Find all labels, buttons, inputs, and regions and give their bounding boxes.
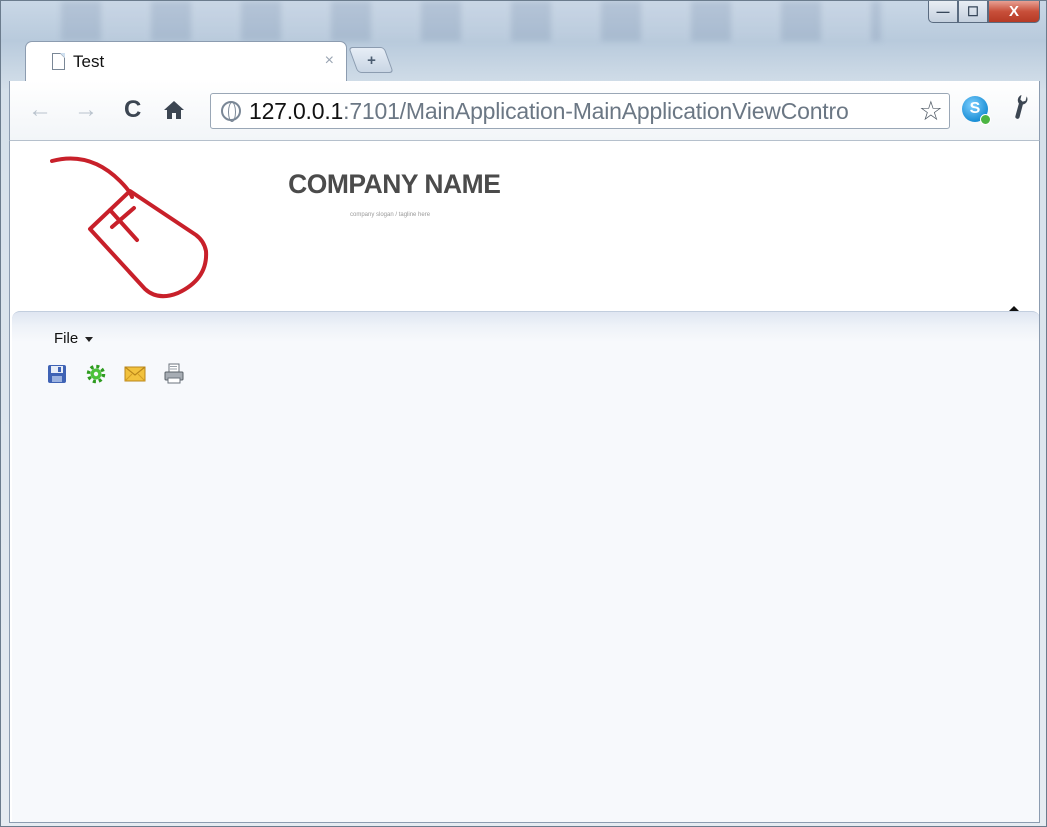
window-controls: — ☐ X xyxy=(928,1,1040,27)
new-tab-button[interactable]: + xyxy=(348,47,394,73)
tab-title: Test xyxy=(73,51,105,71)
browser-window: — ☐ X Test × + ← → C 127.0.0.1:7101/Main… xyxy=(0,0,1047,827)
company-slogan: company slogan / tagline here xyxy=(350,212,431,218)
minimize-button[interactable]: — xyxy=(928,1,958,23)
back-arrow-icon[interactable]: ← xyxy=(28,98,52,122)
plus-icon: + xyxy=(366,51,376,69)
file-menu[interactable]: File xyxy=(54,330,94,347)
application-panel: File xyxy=(12,311,1039,822)
home-icon[interactable] xyxy=(162,98,186,127)
company-name: COMPANY NAME xyxy=(288,169,501,199)
bookmark-star-icon[interactable]: ☆ xyxy=(914,96,943,127)
caret-down-icon xyxy=(85,337,94,342)
email-icon[interactable] xyxy=(124,363,146,385)
document-icon xyxy=(52,53,65,70)
skype-extension-icon[interactable]: S xyxy=(962,96,991,125)
address-bar[interactable]: 127.0.0.1:7101/MainApplication-MainAppli… xyxy=(210,93,950,129)
toolbar-icons xyxy=(46,363,185,385)
tab-close-button[interactable]: × xyxy=(325,52,334,70)
forward-arrow-icon[interactable]: → xyxy=(74,98,98,122)
print-icon[interactable] xyxy=(163,363,185,385)
reload-icon[interactable]: C xyxy=(124,98,141,122)
globe-icon xyxy=(221,101,241,122)
browser-tab[interactable]: Test × xyxy=(25,41,347,81)
close-window-button[interactable]: X xyxy=(988,1,1040,23)
save-icon[interactable] xyxy=(46,363,68,385)
mouse-logo-icon xyxy=(50,156,209,299)
wrench-menu-icon[interactable] xyxy=(1003,89,1042,131)
settings-icon[interactable] xyxy=(85,363,107,385)
file-menu-label: File xyxy=(54,330,79,347)
maximize-button[interactable]: ☐ xyxy=(958,1,988,23)
url-text[interactable]: 127.0.0.1:7101/MainApplication-MainAppli… xyxy=(249,98,849,125)
browser-toolbar: ← → C 127.0.0.1:7101/MainApplication-Mai… xyxy=(9,81,1040,141)
page-viewport: COMPANY NAME company slogan / tagline he… xyxy=(9,141,1040,823)
